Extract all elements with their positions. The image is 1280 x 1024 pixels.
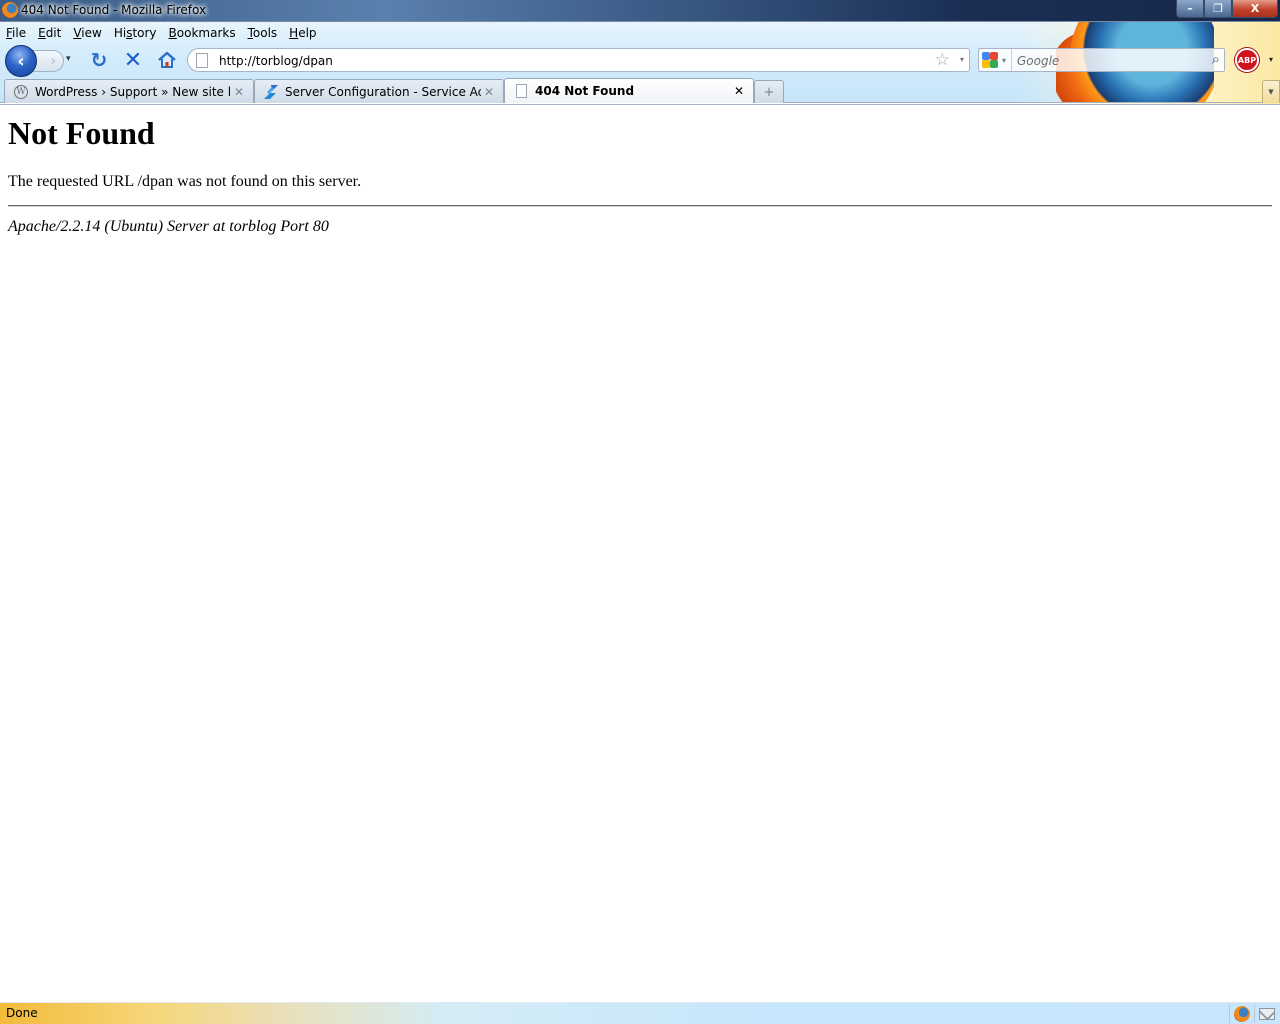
stop-button[interactable]: ✕ (122, 47, 144, 73)
menu-bookmarks[interactable]: Bookmarks (163, 24, 242, 42)
restore-icon: ❐ (1213, 2, 1223, 15)
firefox-status-icon[interactable] (1234, 1006, 1250, 1022)
status-separator (1229, 1005, 1230, 1023)
google-icon-blue (982, 52, 990, 60)
tab-label: 404 Not Found (535, 84, 635, 98)
menu-bookmarks-accel: B (168, 26, 177, 40)
menu-view[interactable]: View (67, 24, 107, 42)
blank-page-glyph (515, 84, 527, 98)
status-text: Done (6, 1006, 38, 1020)
close-window-button[interactable]: X (1232, 0, 1278, 18)
menu-edit-accel: E (38, 26, 46, 40)
history-dropdown-icon[interactable]: ▾ (66, 54, 71, 64)
browser-chrome: File Edit View History Bookmarks Tools H… (0, 21, 1280, 104)
tab-label: WordPress › Support » New site lea... (35, 84, 231, 99)
restore-button[interactable]: ❐ (1204, 0, 1232, 18)
url-history-dropdown-icon[interactable]: ▾ (960, 55, 964, 64)
url-input[interactable] (219, 52, 919, 69)
adblock-plus-button[interactable]: ABP (1235, 48, 1259, 72)
service-config-logo (264, 84, 278, 99)
search-engine-button[interactable]: ▾ (979, 49, 1012, 71)
error-message: The requested URL /dpan was not found on… (8, 173, 362, 190)
home-button[interactable] (156, 49, 178, 71)
window-title-bar[interactable]: 404 Not Found - Mozilla Firefox – ❐ X (0, 0, 1280, 21)
search-engine-dropdown-icon: ▾ (1002, 55, 1007, 65)
server-signature: Apache/2.2.14 (Ubuntu) Server at torblog… (8, 218, 329, 235)
google-icon (982, 52, 998, 68)
adblock-plus-dropdown-icon[interactable]: ▾ (1269, 55, 1273, 64)
search-input[interactable] (1017, 52, 1207, 69)
close-icon: X (1250, 2, 1260, 15)
stop-icon: ✕ (123, 47, 143, 73)
status-bar: Done (0, 1002, 1280, 1024)
tab-close-icon[interactable]: ✕ (481, 85, 497, 99)
menu-help[interactable]: Help (283, 24, 322, 42)
back-arrow-icon: ‹ (17, 50, 25, 72)
google-icon-red (990, 52, 998, 60)
firefox-app-icon[interactable] (2, 2, 18, 18)
home-icon (158, 51, 176, 68)
tab-close-icon[interactable]: ✕ (731, 84, 747, 98)
minimize-icon: – (1187, 2, 1193, 15)
menu-view-label: iew (81, 26, 102, 40)
divider (8, 205, 1272, 207)
page-icon (513, 83, 529, 99)
status-separator (1254, 1005, 1255, 1023)
reload-icon: ↻ (90, 48, 108, 72)
page-heading: Not Found (8, 115, 155, 151)
menu-file-label: ile (12, 26, 27, 40)
menu-help-accel: H (289, 26, 299, 40)
search-go-icon[interactable]: ⌕ (1212, 50, 1220, 68)
tab-close-icon[interactable]: ✕ (231, 85, 247, 99)
menu-help-label: elp (298, 26, 317, 40)
tab-404-not-found[interactable]: 404 Not Found ✕ (504, 78, 754, 103)
tab-label: Server Configuration - Service Acco... (285, 84, 481, 99)
menu-history-label: tory (132, 26, 157, 40)
menu-bookmarks-label: ookmarks (176, 26, 236, 40)
url-bar[interactable]: ☆ ▾ (187, 48, 970, 72)
service-config-icon (263, 84, 279, 100)
back-button[interactable]: ‹ (5, 45, 37, 77)
window-title: 404 Not Found - Mozilla Firefox (21, 3, 207, 17)
site-identity-icon[interactable] (196, 53, 208, 68)
menu-tools-label: ools (252, 26, 278, 40)
menu-file[interactable]: File (0, 24, 32, 42)
menu-history[interactable]: History (108, 24, 163, 42)
google-icon-green (990, 60, 998, 68)
list-all-tabs-button[interactable]: ▼ (1262, 80, 1280, 103)
reload-button[interactable]: ↻ (88, 48, 110, 72)
search-bar[interactable]: ▾ ⌕ (978, 48, 1225, 72)
page-content: Not Found The requested URL /dpan was no… (0, 104, 1280, 1002)
forward-arrow-icon: › (50, 53, 56, 69)
wordpress-logo: W (14, 84, 28, 99)
minimize-button[interactable]: – (1176, 0, 1204, 18)
menu-history-prefix: Hi (113, 26, 127, 40)
adblock-plus-icon: ABP (1237, 55, 1257, 65)
plus-icon: + (763, 84, 775, 100)
google-icon-yellow (982, 60, 990, 68)
tab-server-configuration[interactable]: Server Configuration - Service Acco... ✕ (254, 79, 504, 103)
menu-edit-label: dit (45, 26, 62, 40)
tab-strip: W WordPress › Support » New site lea... … (0, 78, 1280, 103)
wordpress-icon: W (13, 84, 29, 100)
menu-edit[interactable]: Edit (32, 24, 67, 42)
chevron-down-icon: ▼ (1268, 88, 1274, 96)
tab-wordpress-support[interactable]: W WordPress › Support » New site lea... … (4, 79, 254, 103)
menu-bar: File Edit View History Bookmarks Tools H… (0, 24, 323, 42)
mail-icon[interactable] (1259, 1008, 1275, 1020)
navigation-toolbar: › ‹ ▾ ↻ ✕ ☆ ▾ (0, 44, 1280, 77)
window-controls: – ❐ X (1176, 0, 1278, 19)
menu-tools[interactable]: Tools (242, 24, 284, 42)
new-tab-button[interactable]: + (754, 80, 784, 103)
bookmark-star-icon[interactable]: ☆ (935, 50, 950, 70)
